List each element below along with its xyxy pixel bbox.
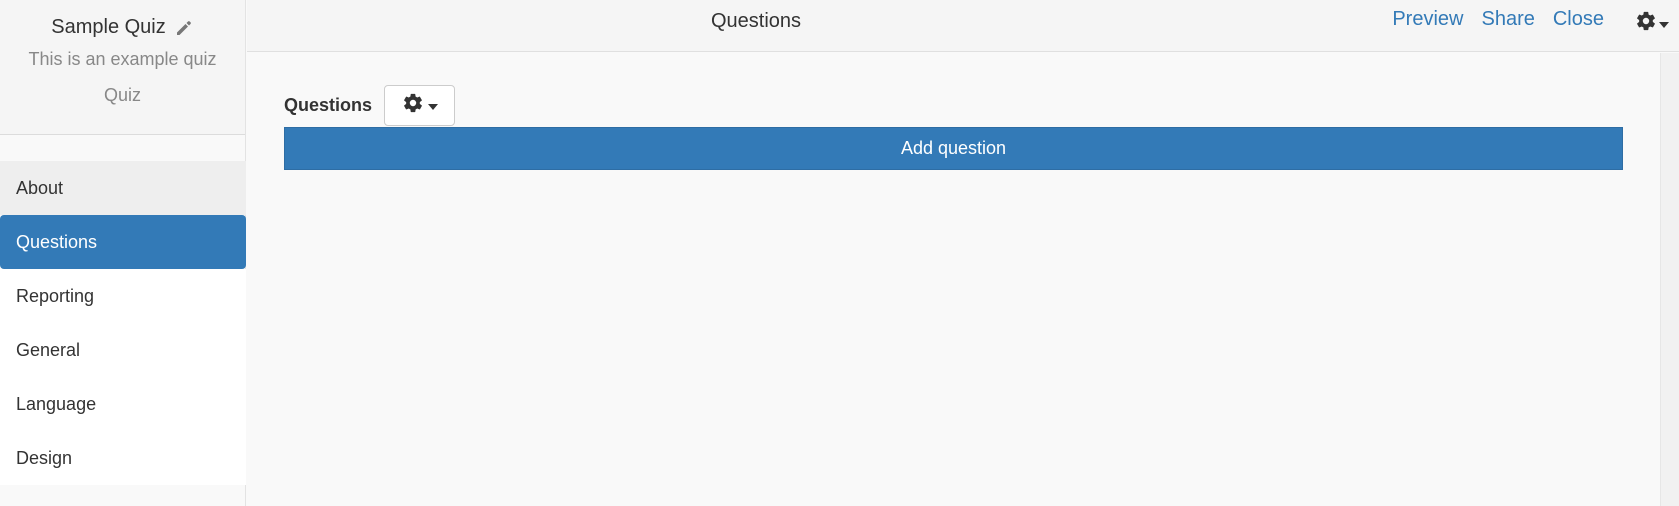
caret-down-icon xyxy=(1659,15,1669,33)
sidebar-nav: About Questions Reporting General Langua… xyxy=(0,161,246,485)
settings-dropdown-button[interactable] xyxy=(1635,10,1669,37)
quiz-description: This is an example quiz xyxy=(28,49,217,69)
pencil-icon[interactable] xyxy=(174,18,194,38)
quiz-title-row: Sample Quiz xyxy=(0,16,245,39)
quiz-type: Quiz xyxy=(103,85,141,105)
gear-icon xyxy=(1635,10,1657,37)
questions-settings-button[interactable] xyxy=(384,85,456,126)
topbar-links: Preview Share Close xyxy=(1392,8,1604,31)
share-link[interactable]: Share xyxy=(1481,8,1534,31)
topbar: Questions Preview Share Close xyxy=(247,0,1679,52)
sidebar-item-label: Language xyxy=(16,393,97,414)
sidebar-item-about[interactable]: About xyxy=(0,161,246,215)
quiz-header: Sample Quiz This is an example quiz Quiz xyxy=(0,0,245,135)
sidebar-item-label: About xyxy=(16,177,64,198)
sidebar-item-reporting[interactable]: Reporting xyxy=(0,269,246,323)
caret-down-icon xyxy=(427,97,438,115)
sidebar-item-questions[interactable]: Questions xyxy=(0,215,246,269)
sidebar-item-label: Reporting xyxy=(16,285,95,306)
page-title: Questions xyxy=(711,10,802,32)
questions-heading: Questions xyxy=(284,95,373,115)
app: Sample Quiz This is an example quiz Quiz… xyxy=(0,0,1679,506)
sidebar-item-label: Questions xyxy=(16,231,98,252)
scrollbar[interactable] xyxy=(1660,53,1679,506)
add-question-button[interactable]: Add question xyxy=(284,127,1623,170)
preview-link[interactable]: Preview xyxy=(1392,8,1463,31)
main-content: Questions Add question xyxy=(247,53,1660,506)
questions-toolbar: Questions xyxy=(284,85,456,126)
sidebar-item-language[interactable]: Language xyxy=(0,377,246,431)
sidebar-item-label: General xyxy=(16,339,81,360)
close-link[interactable]: Close xyxy=(1553,8,1604,31)
sidebar-item-label: Design xyxy=(16,447,73,468)
sidebar-item-general[interactable]: General xyxy=(0,323,246,377)
sidebar-item-design[interactable]: Design xyxy=(0,431,246,485)
quiz-title: Sample Quiz xyxy=(51,16,166,38)
gear-icon xyxy=(402,92,424,119)
sidebar: Sample Quiz This is an example quiz Quiz… xyxy=(0,0,246,506)
